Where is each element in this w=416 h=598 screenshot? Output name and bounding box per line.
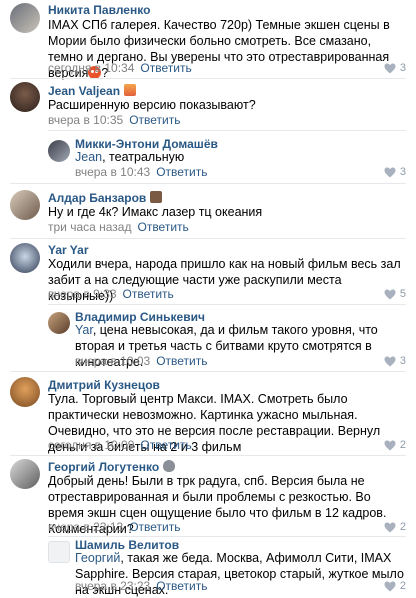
avatar[interactable] xyxy=(10,243,40,273)
reply-button[interactable]: Ответить xyxy=(156,579,207,593)
sunset-emoji-icon xyxy=(124,84,137,96)
heart-icon xyxy=(384,289,396,299)
comment-meta: сегодня в 10:34 Ответить xyxy=(48,61,192,75)
reply-button[interactable]: Ответить xyxy=(129,520,180,534)
comment-meta: вчера в 23:23 Ответить xyxy=(75,579,207,593)
avatar[interactable] xyxy=(48,312,70,334)
like-count: 2 xyxy=(399,439,406,451)
like-button[interactable]: 2 xyxy=(384,580,406,592)
separator xyxy=(10,183,406,184)
comment-time[interactable]: вчера в 23:13 xyxy=(48,520,123,534)
heart-icon xyxy=(384,356,396,366)
comment-author[interactable]: Дмитрий Кузнецов xyxy=(48,378,160,392)
comment-meta: вчера в 10:43 Ответить xyxy=(75,165,207,179)
reply-button[interactable]: Ответить xyxy=(156,354,207,368)
comment-author-name[interactable]: Jean Valjean xyxy=(48,84,120,98)
like-count: 2 xyxy=(399,580,406,592)
comment-author[interactable]: Никита Павленко xyxy=(48,3,150,17)
comment-time[interactable]: сегодня в 10:09 xyxy=(48,438,134,452)
avatar[interactable] xyxy=(48,140,70,162)
comment-meta: сегодня в 10:09 Ответить xyxy=(48,438,192,452)
heart-icon xyxy=(384,63,396,73)
comment-text: Расширенную версию показывают? xyxy=(48,98,256,112)
avatar[interactable] xyxy=(48,541,70,563)
avatar[interactable] xyxy=(10,3,40,33)
comment-meta: вчера в 10:03 Ответить xyxy=(75,354,207,368)
separator xyxy=(10,455,406,456)
avatar[interactable] xyxy=(10,190,40,220)
like-count: 3 xyxy=(399,166,406,178)
comment-meta: вчера в 23:13 Ответить xyxy=(48,520,180,534)
comment-time[interactable]: вчера в 23:23 xyxy=(75,579,150,593)
comment-author[interactable]: Георгий Логутенко xyxy=(48,460,176,474)
like-count: 2 xyxy=(399,521,406,533)
heart-icon xyxy=(384,581,396,591)
like-button[interactable]: 2 xyxy=(384,439,406,451)
like-count: 3 xyxy=(399,62,406,74)
comment-author[interactable]: Yar Yar xyxy=(48,243,89,257)
heart-icon xyxy=(384,167,396,177)
separator xyxy=(48,536,406,537)
separator xyxy=(10,238,406,239)
avatar[interactable] xyxy=(10,377,40,407)
mention-link[interactable]: Jean xyxy=(75,150,102,164)
like-button[interactable]: 2 xyxy=(384,521,406,533)
comment-author-name[interactable]: Алдар Банзаров xyxy=(48,191,146,205)
reply-button[interactable]: Ответить xyxy=(123,287,174,301)
reply-button[interactable]: Ответить xyxy=(137,220,188,234)
comment-time[interactable]: вчера в 10:35 xyxy=(48,113,123,127)
reply-button[interactable]: Ответить xyxy=(156,165,207,179)
comment-text-body: , театральную xyxy=(102,150,185,164)
comment-meta: вчера в 9:33 Ответить xyxy=(48,287,174,301)
comment-author-name[interactable]: Георгий Логутенко xyxy=(48,460,159,474)
comment-meta: вчера в 10:35 Ответить xyxy=(48,113,180,127)
avatar[interactable] xyxy=(10,459,40,489)
like-button[interactable]: 3 xyxy=(384,166,406,178)
reply-button[interactable]: Ответить xyxy=(129,113,180,127)
separator xyxy=(48,304,406,305)
reply-button[interactable]: Ответить xyxy=(140,61,191,75)
separator xyxy=(48,130,406,131)
comment-time[interactable]: три часа назад xyxy=(48,220,131,234)
like-button[interactable]: 3 xyxy=(384,62,406,74)
like-count: 3 xyxy=(399,355,406,367)
avatar[interactable] xyxy=(10,82,40,112)
alien-emoji-icon xyxy=(163,460,176,472)
house-emoji-icon xyxy=(150,191,163,203)
like-button[interactable]: 3 xyxy=(384,355,406,367)
comment-meta: три часа назад Ответить xyxy=(48,220,189,234)
comment-time[interactable]: сегодня в 10:34 xyxy=(48,61,134,75)
comment-time[interactable]: вчера в 10:43 xyxy=(75,165,150,179)
like-count: 5 xyxy=(399,288,406,300)
comment-text: Jean, театральную xyxy=(75,149,395,165)
comment-text: Ну и где 4к? Имакс лазер тц океания xyxy=(48,205,263,219)
mention-link[interactable]: Yar xyxy=(75,323,93,337)
comment-author[interactable]: Алдар Банзаров xyxy=(48,191,163,205)
separator xyxy=(10,371,406,372)
heart-icon xyxy=(384,522,396,532)
comment-author[interactable]: Jean Valjean xyxy=(48,84,137,98)
separator xyxy=(10,78,406,79)
like-button[interactable]: 5 xyxy=(384,288,406,300)
reply-button[interactable]: Ответить xyxy=(140,438,191,452)
comment-time[interactable]: вчера в 10:03 xyxy=(75,354,150,368)
mention-link[interactable]: Георгий xyxy=(75,551,120,565)
heart-icon xyxy=(384,440,396,450)
comment-time[interactable]: вчера в 9:33 xyxy=(48,287,117,301)
